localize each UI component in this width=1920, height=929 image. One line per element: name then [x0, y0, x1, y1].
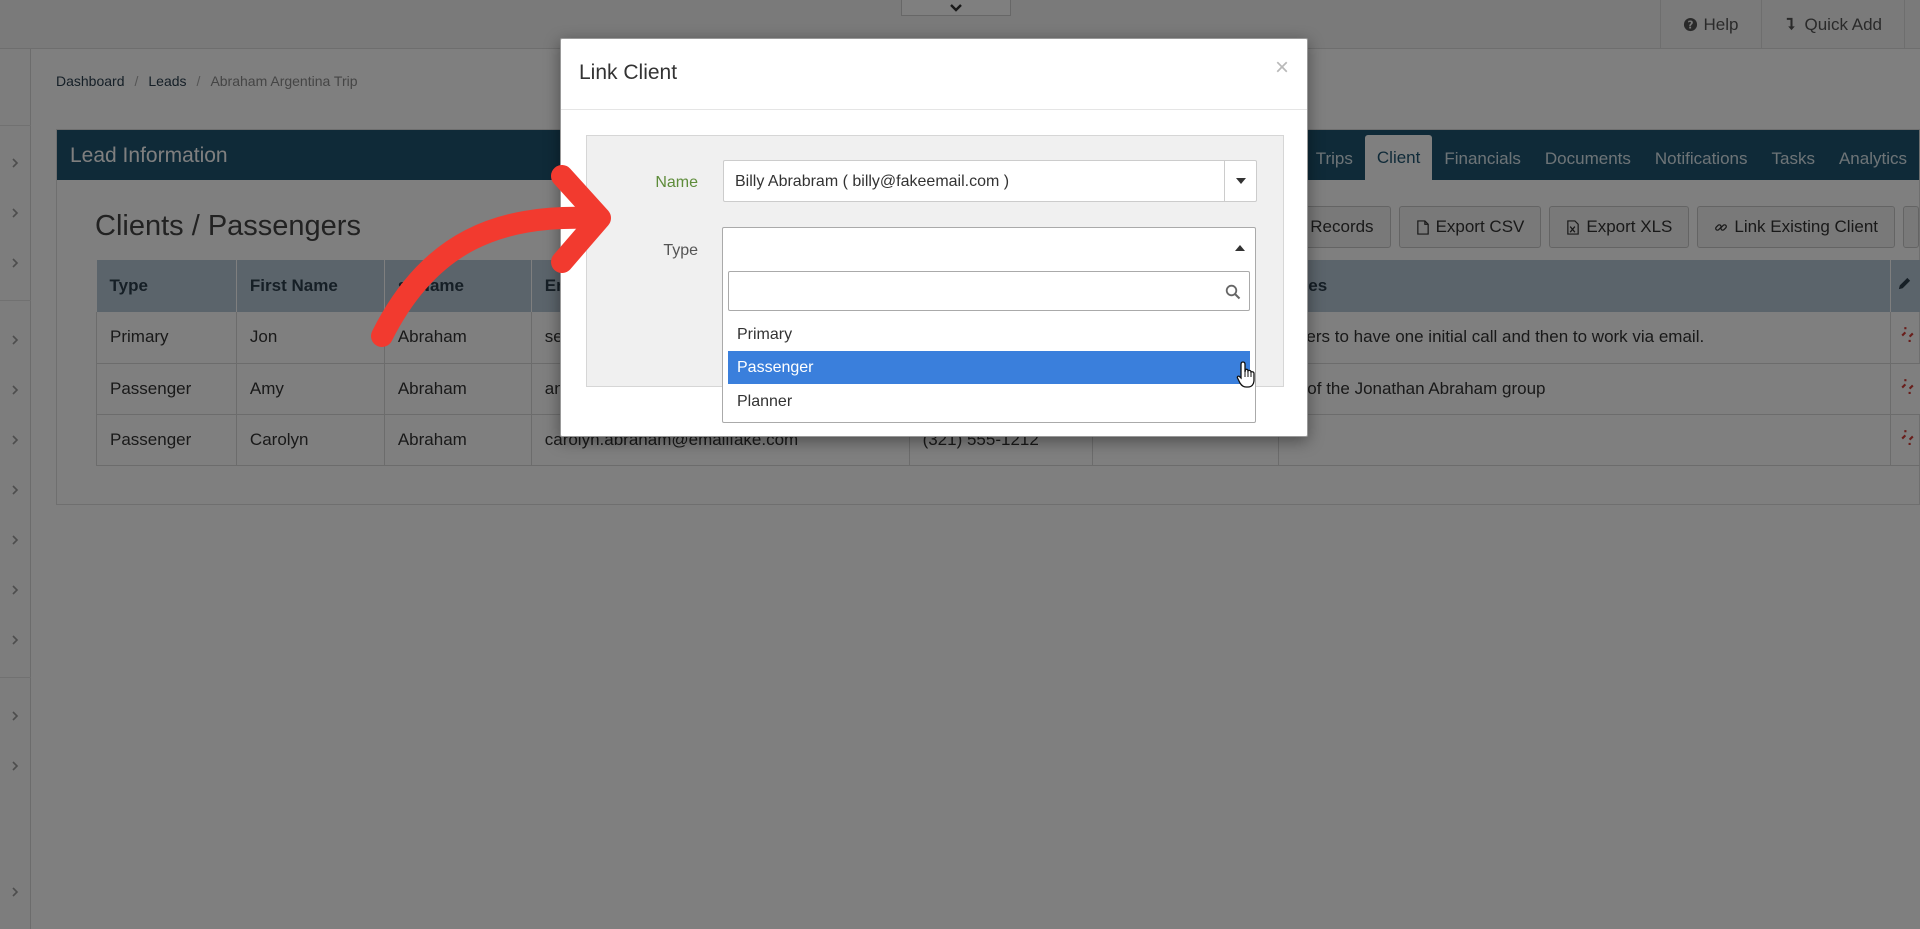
type-dropdown-toggle[interactable] — [1235, 244, 1245, 251]
hand-cursor-icon — [1236, 360, 1258, 390]
type-select-open[interactable]: Primary Passenger Planner — [722, 227, 1256, 423]
name-select-value: Billy Abrabram ( billy@fakeemail.com ) — [735, 173, 1010, 190]
name-label: Name — [655, 174, 698, 191]
type-search-input[interactable] — [728, 271, 1250, 311]
caret-up-icon — [1235, 245, 1245, 251]
type-option-passenger[interactable]: Passenger — [728, 351, 1250, 384]
name-select[interactable]: Billy Abrabram ( billy@fakeemail.com ) — [723, 160, 1257, 202]
close-icon[interactable]: × — [1275, 56, 1289, 80]
name-dropdown-toggle[interactable] — [1224, 161, 1256, 201]
modal-header: Link Client × — [561, 39, 1307, 110]
modal-title: Link Client — [579, 61, 678, 84]
type-label: Type — [663, 242, 698, 259]
type-option-planner[interactable]: Planner — [728, 385, 1250, 418]
type-option-primary[interactable]: Primary — [728, 318, 1250, 351]
search-icon — [1225, 284, 1241, 300]
caret-down-icon — [1235, 177, 1246, 184]
